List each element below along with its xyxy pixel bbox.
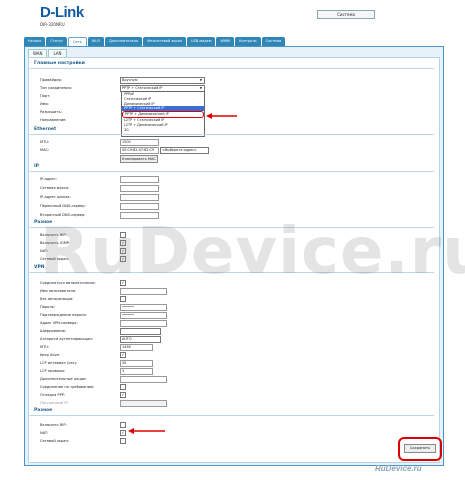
brand-logo: D-Link (40, 4, 84, 21)
section-ip-title: IP (28, 163, 434, 172)
tab-system[interactable]: Система (261, 37, 286, 46)
password-label: Пароль: (40, 305, 56, 309)
section-misc2-title: Разное (28, 407, 434, 416)
on-demand-label: Соединение по требованию: (40, 385, 95, 389)
tab-start[interactable]: Начало (24, 37, 46, 46)
tab-wifi[interactable]: Wi-Fi (87, 37, 105, 46)
tab-usb-modem[interactable]: USB-модем (187, 37, 216, 46)
annotation-arrow-icon (128, 428, 165, 434)
keepalive-checkbox[interactable]: ✓ (120, 352, 126, 358)
encryption-label: Шифрование: (40, 329, 67, 333)
nat2-checkbox[interactable]: ✓ (120, 430, 126, 436)
noauth-label: Без авторизации: (40, 297, 74, 301)
rip2-checkbox[interactable] (120, 422, 126, 428)
ip-label: IP-адрес: (40, 177, 57, 181)
vpn-mtu-label: MTU: (40, 345, 50, 349)
mask-label: Сетевая маска: (40, 186, 70, 190)
annotation-arrow-icon (206, 113, 237, 119)
auth-alg-label: Алгоритм аутентификации: (40, 337, 93, 341)
vpn-server-input[interactable] (120, 320, 167, 327)
mac-input[interactable]: 00:C9:82:47:82:C9 (120, 147, 159, 154)
on-demand-checkbox[interactable] (120, 384, 126, 390)
save-button[interactable]: Сохранить (404, 444, 436, 453)
ip-input[interactable] (120, 176, 159, 183)
gateway-input[interactable] (120, 194, 159, 201)
provider-label: Провайдер: (40, 78, 63, 82)
noauth-checkbox[interactable] (120, 296, 126, 302)
nat2-label: NAT: (40, 431, 48, 435)
auth-alg-select[interactable]: AUTO (120, 336, 161, 343)
rip2-label: Включить RIP: (40, 423, 67, 427)
dns1-label: Первичный DNS-сервер: (40, 204, 86, 208)
firewall2-label: Сетевой экран: (40, 439, 70, 443)
lcp-fails-input[interactable]: 3 (120, 368, 153, 375)
tab-wmm[interactable]: WMM (216, 37, 234, 46)
allow-label: Разрешить: (40, 110, 62, 114)
lcp-interval-label: LCP интервал (сек): (40, 361, 78, 365)
tab-firewall[interactable]: Межсетевой экран (143, 37, 187, 46)
mtu-input[interactable]: 1500 (120, 139, 159, 146)
static-ip-input[interactable] (120, 400, 167, 407)
password-confirm-input[interactable]: •••••• (120, 312, 167, 319)
firewall2-checkbox[interactable] (120, 438, 126, 444)
option-pptp-dynamic[interactable]: PPTP + Динамический IP (122, 111, 204, 118)
model-name: DIR-320NRU (40, 22, 65, 27)
username-label: Имя пользователя: (40, 289, 77, 293)
extra-options-label: Дополнительные опции: (40, 377, 87, 381)
tab-status[interactable]: Статус (46, 37, 68, 46)
port-label: Порт: (40, 94, 51, 98)
dns1-input[interactable] (120, 203, 159, 210)
lcp-interval-input[interactable]: 30 (120, 360, 153, 367)
mask-input[interactable] (120, 185, 159, 192)
direction-label: Направление: (40, 118, 67, 122)
keepalive-label: Keep Alive: (40, 353, 61, 357)
tab-control[interactable]: Контроль (235, 37, 261, 46)
encryption-select[interactable] (120, 328, 161, 335)
section-ethernet-title: Ethernet (28, 126, 434, 135)
section-main-title: Главные настройки (28, 60, 434, 69)
lcp-fails-label: LCP провалы: (40, 369, 66, 373)
tab-network[interactable]: Сеть (68, 37, 87, 46)
static-ip-label: Постоянный IP: (40, 401, 69, 405)
main-tabs: Начало Статус Сеть Wi-Fi Дополнительно М… (24, 37, 286, 46)
password-input[interactable]: •••••• (120, 304, 167, 311)
ppp-debug-checkbox[interactable]: ✓ (120, 392, 126, 398)
extra-options-input[interactable] (120, 376, 167, 383)
system-menu-button[interactable]: Система (317, 10, 375, 19)
vpn-mtu-input[interactable]: 1456 (120, 344, 153, 351)
gateway-label: IP-адрес шлюза: (40, 195, 71, 199)
ppp-debug-label: Отладка PPP: (40, 393, 66, 397)
vpn-server-label: Адрес VPN-сервера: (40, 321, 78, 325)
username-input[interactable] (120, 288, 167, 295)
password-confirm-label: Подтверждение пароля: (40, 313, 87, 317)
mac-select[interactable]: <Выберите адрес> (160, 147, 209, 154)
watermark: RuDevice.ru (40, 215, 465, 289)
provider-select[interactable]: Вручную ▼ (120, 77, 205, 84)
clone-mac-button[interactable]: Клонировать MAC (120, 155, 158, 163)
mtu-label: MTU: (40, 140, 50, 144)
conn-type-label: Тип соединения: (40, 86, 72, 90)
watermark-small: RuDevice.ru (375, 464, 422, 473)
tab-advanced[interactable]: Дополнительно (105, 37, 143, 46)
chevron-down-icon: ▼ (199, 78, 202, 82)
mac-label: MAC: (40, 148, 50, 152)
name-label: Имя: (40, 102, 49, 106)
